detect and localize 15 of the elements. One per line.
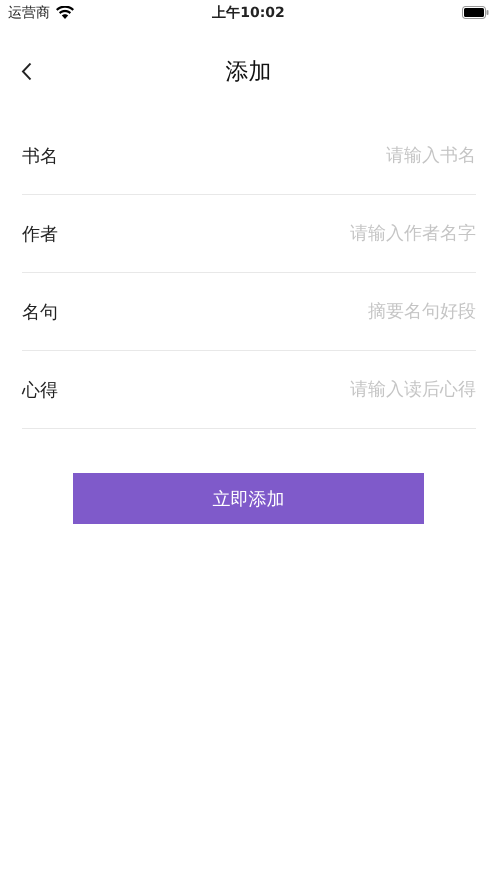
input-field[interactable]: 摘要名句好段 (102, 301, 476, 322)
status-time: 上午10:02 (212, 4, 285, 22)
battery-icon (462, 6, 489, 19)
submit-button[interactable]: 立即添加 (73, 473, 424, 524)
page-title: 添加 (226, 58, 272, 86)
field-label: 作者 (22, 222, 59, 246)
field-label: 名句 (22, 300, 59, 324)
input-field[interactable]: 请输入读后心得 (102, 379, 476, 400)
input-field[interactable]: 请输入作者名字 (102, 223, 476, 244)
wifi-icon (56, 6, 74, 19)
back-icon[interactable] (21, 62, 32, 81)
carrier-name: 运营商 (8, 4, 50, 22)
input-field[interactable]: 请输入书名 (102, 145, 476, 166)
field-label: 书名 (22, 144, 59, 168)
field-label: 心得 (22, 378, 59, 402)
